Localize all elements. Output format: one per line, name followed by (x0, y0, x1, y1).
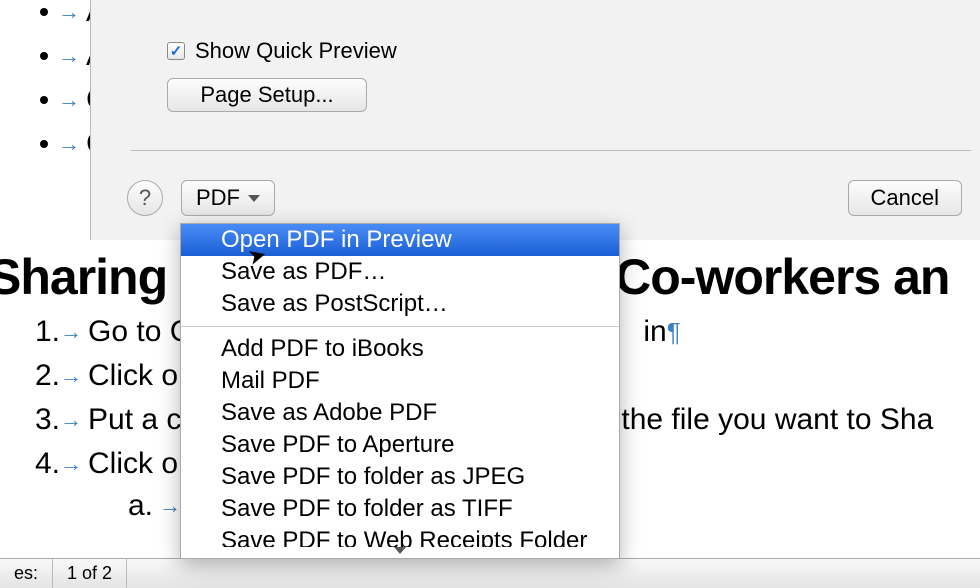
show-quick-preview-checkbox[interactable]: ✓ (167, 42, 185, 60)
menu-item-save-as-pdf[interactable]: Save as PDF… (181, 256, 619, 288)
status-segment: es: (0, 559, 53, 588)
page-setup-button[interactable]: Page Setup... (167, 78, 367, 112)
tab-arrow-icon: → (60, 363, 82, 389)
menu-item-save-pdf-aperture[interactable]: Save PDF to Aperture (181, 429, 619, 461)
tab-arrow-icon: → (58, 87, 80, 113)
show-quick-preview-row: ✓ Show Quick Preview (167, 38, 397, 64)
tab-arrow-icon: → (159, 493, 181, 519)
menu-item-save-pdf-web-receipts[interactable]: Save PDF to Web Receipts Folder (181, 525, 619, 547)
menu-item-save-as-postscript[interactable]: Save as PostScript… (181, 288, 619, 320)
status-page-count: 1 of 2 (53, 559, 127, 588)
print-dialog: ✓ Show Quick Preview Page Setup... ? PDF… (90, 0, 980, 240)
tab-arrow-icon: → (58, 0, 80, 25)
menu-scroll-down[interactable] (181, 547, 619, 558)
pdf-dropdown-menu: Open PDF in Preview Save as PDF… Save as… (180, 223, 620, 559)
menu-separator (181, 326, 619, 327)
menu-item-save-adobe-pdf[interactable]: Save as Adobe PDF (181, 397, 619, 429)
tab-arrow-icon: → (60, 407, 82, 433)
tab-arrow-icon: → (60, 319, 82, 345)
chevron-down-icon (248, 195, 260, 202)
menu-item-add-pdf-ibooks[interactable]: Add PDF to iBooks (181, 333, 619, 365)
tab-arrow-icon: → (58, 131, 80, 157)
menu-item-save-pdf-jpeg[interactable]: Save PDF to folder as JPEG (181, 461, 619, 493)
divider (131, 150, 971, 151)
chevron-down-icon (394, 547, 406, 554)
pdf-dropdown-button[interactable]: PDF (181, 180, 275, 216)
show-quick-preview-label: Show Quick Preview (195, 38, 397, 64)
menu-item-save-pdf-tiff[interactable]: Save PDF to folder as TIFF (181, 493, 619, 525)
cancel-button[interactable]: Cancel (848, 180, 962, 216)
menu-item-open-pdf-preview[interactable]: Open PDF in Preview (181, 224, 619, 256)
help-button[interactable]: ? (127, 180, 163, 216)
menu-item-mail-pdf[interactable]: Mail PDF (181, 365, 619, 397)
status-bar: es: 1 of 2 (0, 558, 980, 588)
tab-arrow-icon: → (60, 451, 82, 477)
tab-arrow-icon: → (58, 43, 80, 69)
pilcrow-icon: ¶ (667, 317, 681, 348)
